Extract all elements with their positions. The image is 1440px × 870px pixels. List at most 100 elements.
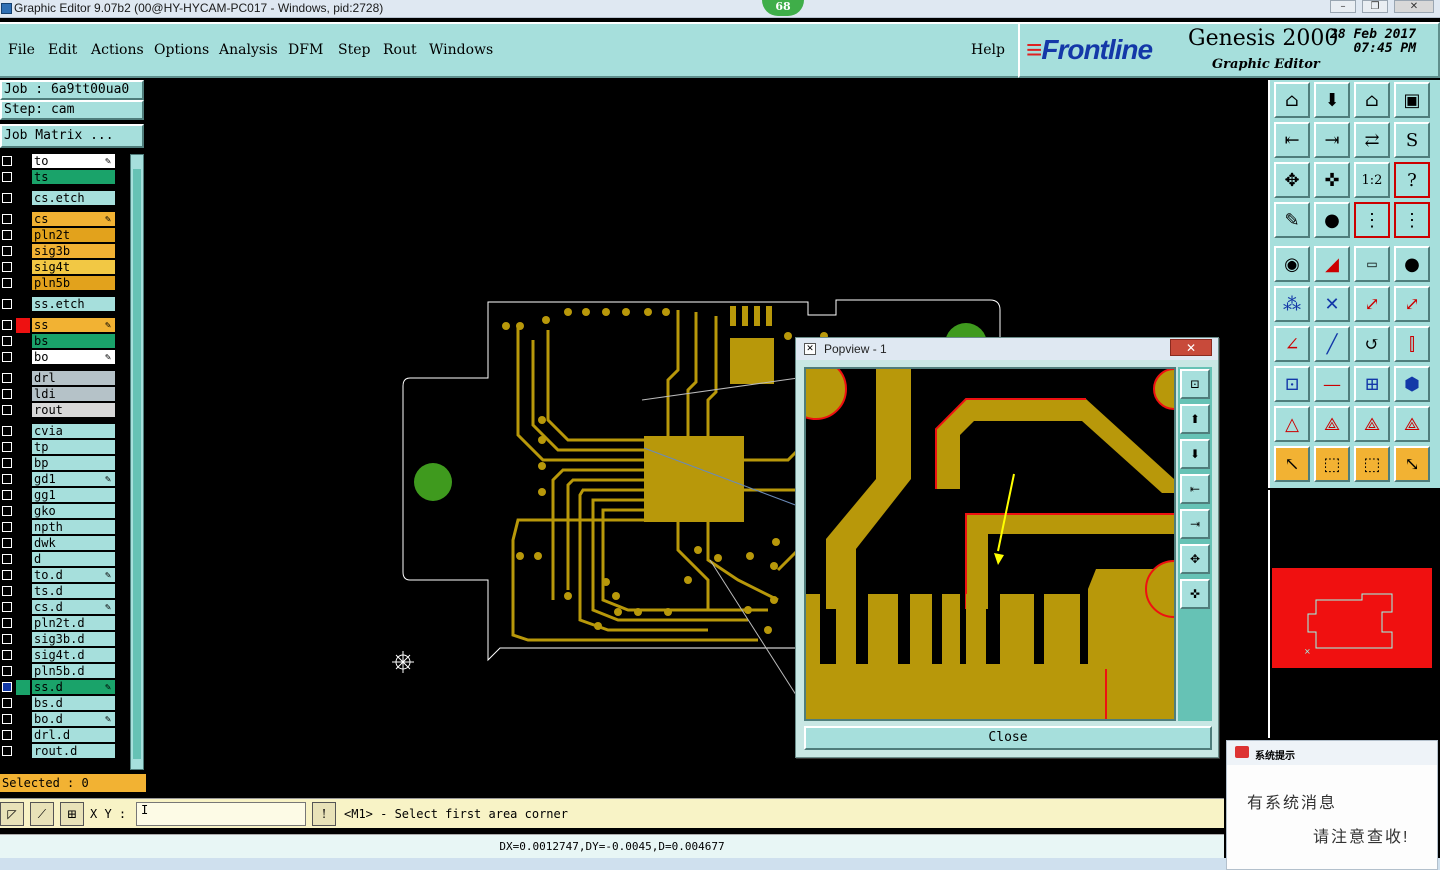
- layer-name[interactable]: bo ✎: [32, 350, 115, 365]
- layer-checkbox[interactable]: [2, 730, 12, 740]
- layer-checkbox[interactable]: [2, 650, 12, 660]
- popview-close-button[interactable]: Close: [804, 726, 1212, 750]
- tool-center-icon[interactable]: ✜: [1314, 162, 1350, 198]
- layer-checkbox[interactable]: [2, 474, 12, 484]
- layer-row[interactable]: bo ✎: [0, 350, 118, 365]
- layer-row[interactable]: cvia: [0, 424, 118, 439]
- layer-scrollbar[interactable]: [130, 154, 144, 770]
- layer-name[interactable]: drl: [32, 371, 115, 386]
- tool-swap-icon[interactable]: ⇄: [1354, 122, 1390, 158]
- layer-checkbox[interactable]: [2, 490, 12, 500]
- layer-checkbox[interactable]: [2, 634, 12, 644]
- layer-row[interactable]: dwk: [0, 536, 118, 551]
- layer-name[interactable]: bp: [32, 456, 115, 471]
- menu-actions[interactable]: Actions: [91, 42, 144, 58]
- layer-checkbox[interactable]: [2, 618, 12, 628]
- layer-row[interactable]: ss.d ✎: [0, 680, 118, 695]
- layer-checkbox[interactable]: [2, 506, 12, 516]
- layer-name[interactable]: gd1 ✎: [32, 472, 115, 487]
- tool-triangle2-icon[interactable]: ⟁: [1314, 406, 1350, 442]
- layer-name[interactable]: sig3b: [32, 244, 115, 259]
- grid-icon[interactable]: ⊞: [60, 802, 84, 826]
- measure-icon[interactable]: ⟋: [30, 802, 54, 826]
- maximize-button[interactable]: ❐: [1362, 0, 1388, 13]
- menu-analysis[interactable]: Analysis: [219, 42, 278, 58]
- layer-checkbox[interactable]: [2, 682, 12, 692]
- layer-checkbox[interactable]: [2, 156, 12, 166]
- layer-checkbox[interactable]: [2, 172, 12, 182]
- layer-name[interactable]: sig3b.d: [32, 632, 115, 647]
- tool-select-box-icon[interactable]: ⬚: [1314, 446, 1350, 482]
- tool-polygon-icon[interactable]: ◢: [1314, 246, 1350, 282]
- tool-net-icon[interactable]: ⋮: [1354, 202, 1390, 238]
- layer-checkbox[interactable]: [2, 442, 12, 452]
- layer-name[interactable]: ss ✎: [32, 318, 115, 333]
- tool-left-icon[interactable]: ⇤: [1274, 122, 1310, 158]
- tool-group-icon[interactable]: ⬢: [1394, 366, 1430, 402]
- tool-help-icon[interactable]: ?: [1394, 162, 1430, 198]
- layer-checkbox[interactable]: [2, 278, 12, 288]
- layer-checkbox[interactable]: [2, 405, 12, 415]
- tool-triangle-icon[interactable]: △: [1274, 406, 1310, 442]
- menu-options[interactable]: Options: [154, 42, 209, 58]
- menu-step[interactable]: Step: [338, 42, 370, 58]
- layer-name[interactable]: npth: [32, 520, 115, 535]
- scroll-thumb[interactable]: [133, 169, 141, 759]
- layer-row[interactable]: ldi: [0, 387, 118, 402]
- tool-select-area-icon[interactable]: ⬚: [1354, 446, 1390, 482]
- tool-pad-icon[interactable]: ◉: [1274, 246, 1310, 282]
- layer-row[interactable]: sig3b.d: [0, 632, 118, 647]
- layer-row[interactable]: sig4t.d: [0, 648, 118, 663]
- layer-row[interactable]: ts: [0, 170, 118, 185]
- layer-checkbox[interactable]: [2, 246, 12, 256]
- layer-name[interactable]: pln2t: [32, 228, 115, 243]
- tool-snake-icon[interactable]: S: [1394, 122, 1430, 158]
- layer-row[interactable]: ts.d: [0, 584, 118, 599]
- layer-checkbox[interactable]: [2, 570, 12, 580]
- layer-row[interactable]: cs.d ✎: [0, 600, 118, 615]
- layer-checkbox[interactable]: [2, 426, 12, 436]
- tool-measure-icon[interactable]: ✎: [1274, 202, 1310, 238]
- layer-name[interactable]: pln2t.d: [32, 616, 115, 631]
- layer-checkbox[interactable]: [2, 586, 12, 596]
- layer-name[interactable]: cs.etch: [32, 191, 115, 206]
- layer-name[interactable]: ts: [32, 170, 115, 185]
- tool-scale-icon[interactable]: 1:2: [1354, 162, 1390, 198]
- popview-zoom-icon[interactable]: ⊡: [1180, 369, 1210, 399]
- tool-net2-icon[interactable]: ⋮: [1394, 202, 1430, 238]
- layer-name[interactable]: cvia: [32, 424, 115, 439]
- layer-name[interactable]: rout: [32, 403, 115, 418]
- layer-row[interactable]: drl: [0, 371, 118, 386]
- job-matrix-button[interactable]: Job Matrix ...: [0, 124, 144, 148]
- tool-arc-icon[interactable]: ↺: [1354, 326, 1390, 362]
- popview-down-icon[interactable]: ⬇: [1180, 439, 1210, 469]
- layer-name[interactable]: sig4t.d: [32, 648, 115, 663]
- layer-name[interactable]: pln5b: [32, 276, 115, 291]
- layer-checkbox[interactable]: [2, 320, 12, 330]
- menu-help[interactable]: Help: [971, 42, 1005, 58]
- layer-row[interactable]: to ✎: [0, 154, 118, 169]
- layer-row[interactable]: cs.etch: [0, 191, 118, 206]
- tool-house-icon[interactable]: ⌂: [1354, 82, 1390, 118]
- layer-checkbox[interactable]: [2, 698, 12, 708]
- layer-name[interactable]: ts.d: [32, 584, 115, 599]
- tool-select-path-icon[interactable]: ⤡: [1394, 446, 1430, 482]
- layer-row[interactable]: bs.d: [0, 696, 118, 711]
- tool-cross-icon[interactable]: ✕: [1314, 286, 1350, 322]
- layer-checkbox[interactable]: [2, 230, 12, 240]
- layer-row[interactable]: rout: [0, 403, 118, 418]
- layer-name[interactable]: d: [32, 552, 115, 567]
- tool-link2-icon[interactable]: ⤢: [1394, 286, 1430, 322]
- layer-row[interactable]: rout.d: [0, 744, 118, 759]
- layer-row[interactable]: to.d ✎: [0, 568, 118, 583]
- layer-checkbox[interactable]: [2, 262, 12, 272]
- tool-right-icon[interactable]: ⇥: [1314, 122, 1350, 158]
- layer-name[interactable]: drl.d: [32, 728, 115, 743]
- layer-checkbox[interactable]: [2, 602, 12, 612]
- tool-triangle3-icon[interactable]: ⟁: [1354, 406, 1390, 442]
- tool-move-icon[interactable]: ⊡: [1274, 366, 1310, 402]
- layer-row[interactable]: sig4t: [0, 260, 118, 275]
- system-notification[interactable]: 系统提示 有系统消息 请注意查收!: [1226, 740, 1438, 870]
- layer-checkbox[interactable]: [2, 352, 12, 362]
- layer-row[interactable]: gg1: [0, 488, 118, 503]
